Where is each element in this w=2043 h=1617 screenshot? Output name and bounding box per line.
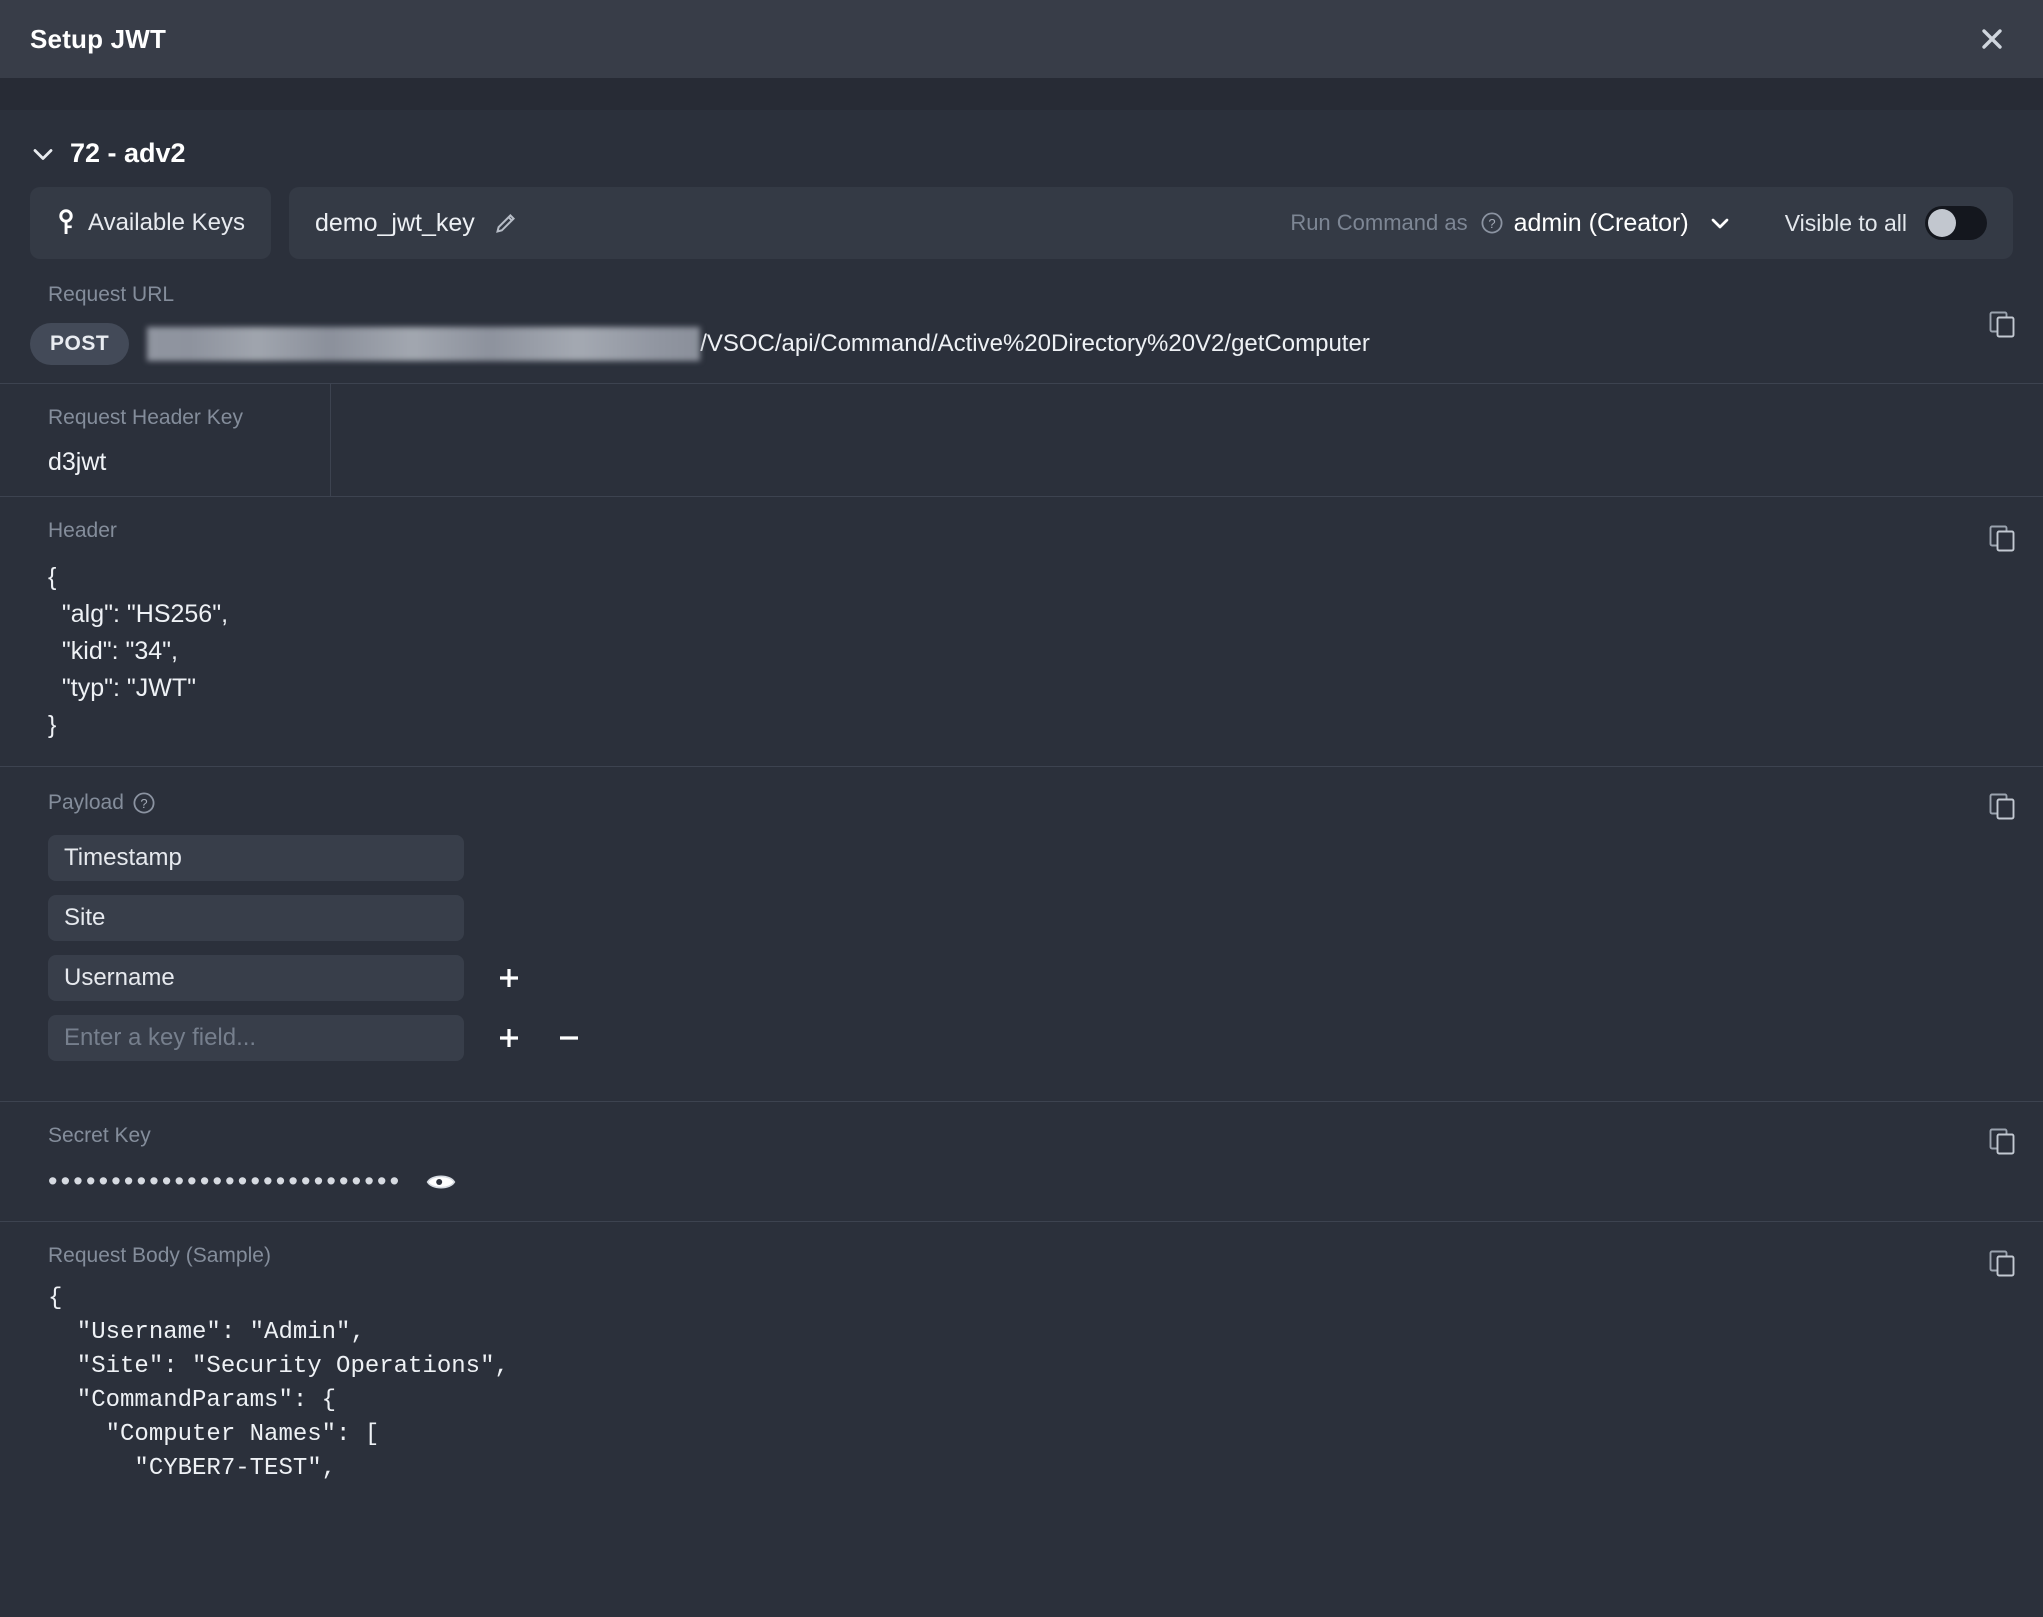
secret-key-value[interactable]: •••••••••••••••••••••••••••• xyxy=(48,1168,402,1195)
request-header-key-section: Request Header Key d3jwt xyxy=(0,384,2043,496)
close-icon xyxy=(1977,24,2007,54)
request-header-key-cell: Request Header Key d3jwt xyxy=(0,384,331,496)
toggle-knob xyxy=(1928,209,1956,237)
payload-field-row xyxy=(48,895,2013,941)
payload-field-row xyxy=(48,835,2013,881)
request-url-path: /VSOC/api/Command/Active%20Directory%20V… xyxy=(700,330,1370,358)
request-body-label: Request Body (Sample) xyxy=(48,1244,2013,1268)
visible-to-all-toggle[interactable] xyxy=(1925,206,1987,240)
request-header-key-empty-cell xyxy=(331,384,2043,496)
collapsible-section-title: 72 - adv2 xyxy=(70,138,186,169)
eye-icon[interactable] xyxy=(426,1171,456,1193)
payload-row-actions xyxy=(488,957,530,999)
payload-key-input[interactable] xyxy=(48,835,464,881)
jwt-toolbar: Available Keys demo_jwt_key Run Command … xyxy=(30,187,2013,259)
key-panel: demo_jwt_key Run Command as ? admin (Cre… xyxy=(289,187,2013,259)
dialog-body: 72 - adv2 Available Keys demo_jwt_key Ru… xyxy=(0,110,2043,1617)
plus-icon xyxy=(494,963,524,993)
add-payload-field-button[interactable] xyxy=(488,957,530,999)
svg-text:?: ? xyxy=(1488,216,1495,231)
toolbar-right-group: Run Command as ? admin (Creator) Visible… xyxy=(1290,206,1987,240)
payload-row-actions xyxy=(488,1017,590,1059)
copy-icon[interactable] xyxy=(1987,791,2017,821)
minus-icon xyxy=(554,1023,584,1053)
chevron-down-icon xyxy=(30,141,56,167)
available-keys-button[interactable]: Available Keys xyxy=(30,187,271,259)
header-json: { "alg": "HS256", "kid": "34", "typ": "J… xyxy=(48,559,2013,744)
remove-payload-field-button[interactable] xyxy=(548,1017,590,1059)
request-url-label: Request URL xyxy=(30,283,2013,307)
copy-icon[interactable] xyxy=(1987,309,2017,339)
request-url-value: /VSOC/api/Command/Active%20Directory%20V… xyxy=(147,327,1370,361)
payload-label-text: Payload xyxy=(48,791,124,815)
copy-icon[interactable] xyxy=(1987,1248,2017,1278)
plus-icon xyxy=(494,1023,524,1053)
request-body-json: { "Username": "Admin", "Site": "Security… xyxy=(48,1282,2013,1486)
collapsible-section-header[interactable]: 72 - adv2 xyxy=(0,110,2043,187)
header-section: Header { "alg": "HS256", "kid": "34", "t… xyxy=(0,497,2043,766)
help-circle-icon[interactable]: ? xyxy=(132,791,156,815)
payload-key-input[interactable] xyxy=(48,1015,464,1061)
chevron-down-icon[interactable] xyxy=(1707,210,1733,236)
request-header-key-value[interactable]: d3jwt xyxy=(48,448,330,477)
help-circle-icon[interactable]: ? xyxy=(1480,211,1504,235)
request-header-key-label: Request Header Key xyxy=(48,406,330,430)
pencil-icon[interactable] xyxy=(493,210,519,236)
request-url-row: POST /VSOC/api/Command/Active%20Director… xyxy=(30,323,2013,383)
payload-field-row xyxy=(48,1015,2013,1061)
run-command-as-label: Run Command as xyxy=(1290,210,1467,236)
secret-key-section: Secret Key •••••••••••••••••••••••••••• xyxy=(0,1102,2043,1221)
add-payload-field-button[interactable] xyxy=(488,1017,530,1059)
payload-key-input[interactable] xyxy=(48,955,464,1001)
payload-label: Payload ? xyxy=(48,791,2013,815)
copy-icon[interactable] xyxy=(1987,523,2017,553)
payload-key-input[interactable] xyxy=(48,895,464,941)
request-url-section: Request URL POST /VSOC/api/Command/Activ… xyxy=(0,259,2043,383)
copy-icon[interactable] xyxy=(1987,1126,2017,1156)
available-keys-label: Available Keys xyxy=(88,209,245,237)
visible-to-all-label: Visible to all xyxy=(1785,210,1907,237)
payload-section: Payload ? xyxy=(0,767,2043,1101)
request-body-section: Request Body (Sample) { "Username": "Adm… xyxy=(0,1222,2043,1486)
close-button[interactable] xyxy=(1969,16,2015,62)
redacted-host xyxy=(147,327,700,361)
key-name-label: demo_jwt_key xyxy=(315,209,475,238)
run-command-as-value[interactable]: admin (Creator) xyxy=(1514,209,1689,238)
payload-field-row xyxy=(48,955,2013,1001)
secret-key-label: Secret Key xyxy=(48,1124,2013,1148)
header-label: Header xyxy=(48,519,2013,543)
title-separator-strip xyxy=(0,78,2043,110)
dialog-title-bar: Setup JWT xyxy=(0,0,2043,78)
key-icon xyxy=(56,209,76,237)
dialog-title: Setup JWT xyxy=(30,24,166,55)
svg-text:?: ? xyxy=(140,796,147,811)
http-method-badge: POST xyxy=(30,323,129,365)
secret-key-row: •••••••••••••••••••••••••••• xyxy=(48,1168,2013,1195)
payload-field-list xyxy=(48,835,2013,1061)
